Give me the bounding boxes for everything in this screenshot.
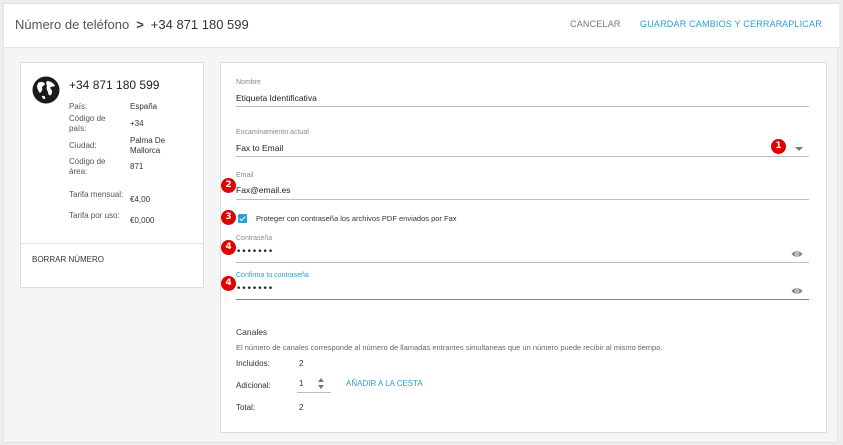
confirm-password-underline: [236, 299, 809, 300]
settings-form-card: Nombre Etiqueta Identificativa Encaminam…: [220, 62, 827, 433]
confirm-password-label: Confirma tu contraseña: [236, 272, 309, 279]
total-value: 2: [299, 403, 304, 412]
protect-pdf-checkbox[interactable]: [238, 214, 247, 223]
stepper-up-icon[interactable]: [318, 378, 324, 382]
eye-icon[interactable]: [791, 287, 803, 295]
city-value: Palma De Mallorca: [130, 136, 166, 155]
total-label: Total:: [236, 403, 256, 412]
confirm-password-field[interactable]: •••••••: [236, 284, 273, 294]
top-bar: Número de teléfono > +34 871 180 599 CANCE…: [4, 4, 839, 48]
stepper-down-icon[interactable]: [318, 385, 324, 389]
country-code-value: +34: [130, 119, 144, 128]
app-frame: Número de teléfono > +34 871 180 599 CANCE…: [3, 3, 839, 443]
additional-channels-stepper[interactable]: 1: [297, 376, 331, 393]
breadcrumb-parent[interactable]: Número de teléfono: [15, 17, 129, 32]
card-divider: [21, 243, 203, 244]
name-label: Nombre: [236, 79, 261, 86]
password-field[interactable]: •••••••: [236, 247, 273, 257]
email-underline: [236, 199, 809, 200]
routing-label: Encaminamiento actual: [236, 129, 309, 136]
country-code-label: Código de país:: [69, 114, 106, 133]
password-label: Contraseña: [236, 235, 273, 242]
email-label: Email: [236, 172, 254, 179]
annotation-badge-4a: 4: [221, 240, 236, 255]
name-underline: [236, 106, 809, 107]
additional-label: Adicional:: [236, 381, 271, 390]
chevron-down-icon[interactable]: [795, 147, 803, 151]
annotation-badge-2: 2: [221, 178, 236, 193]
usage-fee-label: Tarifa por uso:: [69, 211, 120, 220]
annotation-badge-4b: 4: [221, 276, 236, 291]
included-label: Incluidos:: [236, 359, 270, 368]
breadcrumb: Número de teléfono > +34 871 180 599: [15, 17, 249, 32]
annotation-badge-3: 3: [221, 210, 236, 225]
area-code-label: Código de área:: [69, 157, 106, 176]
monthly-fee-label: Tarifa mensual:: [69, 190, 124, 199]
globe-icon: [32, 76, 60, 104]
monthly-fee-value: €4,00: [130, 195, 151, 204]
channels-description: El número de canales corresponde al núme…: [236, 343, 663, 352]
password-underline: [236, 262, 809, 263]
add-to-cart-button[interactable]: AÑADIR A LA CESTA: [346, 379, 423, 388]
country-value: España: [130, 102, 158, 111]
annotation-badge-1: 1: [771, 139, 786, 154]
phone-number-title: +34 871 180 599: [69, 78, 160, 92]
number-info-card: +34 871 180 599 País: España Código de p…: [20, 62, 204, 288]
routing-underline: [236, 156, 809, 157]
breadcrumb-current: +34 871 180 599: [150, 17, 249, 32]
routing-select[interactable]: Fax to Email: [236, 143, 283, 153]
additional-value: 1: [299, 379, 304, 388]
protect-pdf-label: Proteger con contraseña los archivos PDF…: [256, 214, 457, 223]
breadcrumb-separator: >: [136, 17, 144, 32]
country-label: País:: [69, 102, 88, 111]
save-and-close-button[interactable]: GUARDAR CAMBIOS Y CERRAR: [640, 19, 783, 29]
city-label: Ciudad:: [69, 141, 97, 150]
name-field[interactable]: Etiqueta Identificativa: [236, 93, 317, 103]
email-field[interactable]: Fax@email.es: [236, 185, 290, 195]
channels-title: Canales: [236, 327, 268, 337]
eye-icon[interactable]: [791, 250, 803, 258]
cancel-button[interactable]: CANCELAR: [570, 19, 621, 29]
delete-number-button[interactable]: BORRAR NÚMERO: [32, 255, 104, 264]
apply-button[interactable]: APLICAR: [782, 19, 822, 29]
included-value: 2: [299, 359, 304, 368]
area-code-value: 871: [130, 162, 144, 171]
usage-fee-value: €0,000: [130, 216, 155, 225]
